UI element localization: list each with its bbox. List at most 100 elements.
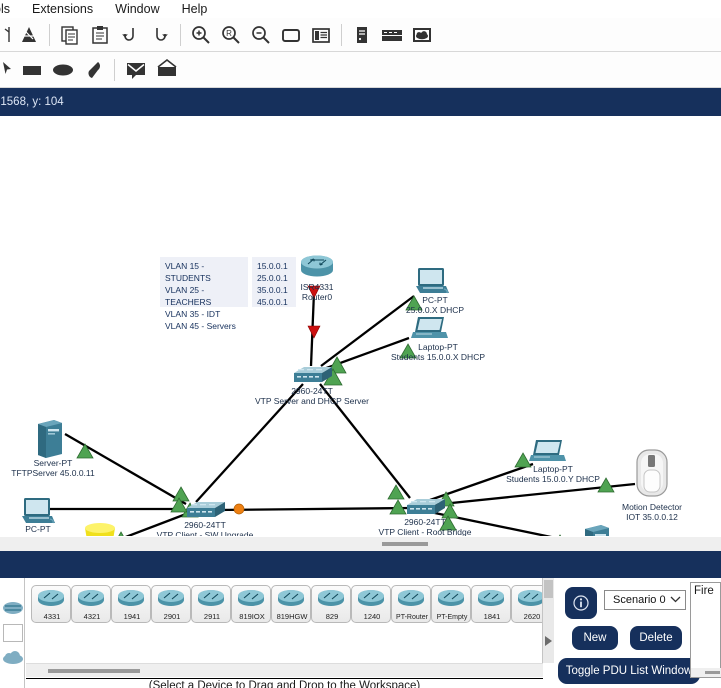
device-item-819iox[interactable]: 819IOX <box>231 585 271 623</box>
device-item-4321[interactable]: 4321 <box>71 585 111 623</box>
palette-icon[interactable] <box>306 20 336 50</box>
menu-item-window[interactable]: Window <box>104 2 170 16</box>
device-model: Laptop-PT <box>533 464 573 474</box>
device-item-label: 2911 <box>203 612 221 621</box>
vlan-legend-box: VLAN 15 - STUDENTS VLAN 25 - TEACHERS VL… <box>160 257 248 331</box>
device-item-4331[interactable]: 4331 <box>31 585 71 623</box>
device-item-label: 829 <box>325 612 339 621</box>
packet-tracer-window: ols Extensions Window Help <box>0 0 721 688</box>
new-cluster-icon[interactable] <box>14 20 44 50</box>
link-status-markers <box>76 285 615 536</box>
scrollbar-thumb[interactable] <box>544 580 553 598</box>
palette-hint-text: (Select a Device to Drag and Drop to the… <box>26 678 543 688</box>
select-arrow-icon[interactable] <box>0 54 16 85</box>
logical-workspace[interactable]: VLAN 15 - STUDENTS VLAN 25 - TEACHERS VL… <box>0 116 721 536</box>
network-links <box>50 285 636 536</box>
device-item-label: 1240 <box>363 612 381 621</box>
device-category-column <box>0 578 25 688</box>
pdu-table-column-header: Fire <box>694 585 714 597</box>
device-name: 25.0.0.X DHCP <box>405 305 465 315</box>
device-item-label: 2620 <box>523 612 541 621</box>
delete-scenario-button[interactable]: Delete <box>630 626 682 650</box>
menu-item-extensions[interactable]: Extensions <box>21 2 104 16</box>
workspace-horizontal-scrollbar[interactable] <box>0 536 721 551</box>
zoom-in-icon[interactable] <box>186 20 216 50</box>
device-type-grid[interactable]: 4331 4321 1941 2901 2911 819IOX 819HGW 8… <box>26 578 543 663</box>
vlan-name: VLAN 15 - STUDENTS <box>165 261 211 283</box>
vlan-row: VLAN 25 - TEACHERS <box>165 284 243 308</box>
new-scenario-button[interactable]: New <box>572 626 618 650</box>
device-item-pt-router[interactable]: PT-Router <box>391 585 431 623</box>
device-item-1941[interactable]: 1941 <box>111 585 151 623</box>
toolbar2-separator-1 <box>114 58 115 81</box>
freeform-shape-icon[interactable] <box>78 54 109 85</box>
vlan-name: VLAN 45 - Servers <box>165 321 236 331</box>
scrollbar-thumb[interactable] <box>382 542 428 546</box>
device-item-1841[interactable]: 1841 <box>471 585 511 623</box>
ellipse-shape-icon[interactable] <box>47 54 78 85</box>
label-pc-left: PC-PT 25.0.0.Y DHCP <box>0 524 76 536</box>
menu-item-tools[interactable]: ols <box>0 2 21 16</box>
simulation-scenario-panel: Scenario 0 New Delete Toggle PDU List Wi… <box>556 578 700 688</box>
device-item-label: 819HGW <box>276 612 308 621</box>
cloud-image-icon[interactable] <box>407 20 437 50</box>
network-device-icon[interactable] <box>377 20 407 50</box>
link-swleft-swright <box>215 506 413 512</box>
scenario-select-value: Scenario 0 <box>613 594 666 606</box>
viewport-icon[interactable] <box>276 20 306 50</box>
label-pc-teachers: PC-PT 25.0.0.X DHCP <box>396 295 474 315</box>
palette-horizontal-scrollbar[interactable] <box>26 663 543 677</box>
custom-device-dialog-icon[interactable] <box>347 20 377 50</box>
add-simple-pdu-icon[interactable] <box>120 54 151 85</box>
device-item-label: 1941 <box>123 612 141 621</box>
end-devices-category-icon[interactable] <box>0 650 25 666</box>
copy-icon[interactable] <box>55 20 85 50</box>
device-item-label: 819IOX <box>239 612 265 621</box>
device-name: TFTPServer 45.0.0.11 <box>11 468 95 478</box>
menu-bar: ols Extensions Window Help <box>0 0 721 18</box>
device-item-2901[interactable]: 2901 <box>151 585 191 623</box>
scrollbar-thumb[interactable] <box>705 671 720 674</box>
rectangle-shape-icon[interactable] <box>16 54 47 85</box>
device-item-2911[interactable]: 2911 <box>191 585 231 623</box>
zoom-reset-icon[interactable]: R <box>216 20 246 50</box>
toolbar-separator-2 <box>180 23 181 46</box>
scrollbar-thumb[interactable] <box>48 669 140 673</box>
device-row: 4331 4321 1941 2901 2911 819IOX 819HGW 8… <box>31 585 542 623</box>
device-item-2620[interactable]: 2620 <box>511 585 542 623</box>
redo-icon[interactable] <box>145 20 175 50</box>
coordinate-status-bar: : 1568, y: 104 <box>0 88 721 116</box>
main-toolbar: R <box>0 18 721 52</box>
category-placeholder-box[interactable] <box>0 624 25 642</box>
device-model: 2960-24TT <box>291 386 333 396</box>
vlan-name: VLAN 35 - IDT <box>165 309 221 319</box>
vlan-row: VLAN 15 - STUDENTS <box>165 260 243 284</box>
device-name: Students 15.0.0.X DHCP <box>390 352 486 362</box>
add-complex-pdu-icon[interactable] <box>151 54 182 85</box>
toolbar-separator-1 <box>49 23 50 46</box>
device-item-label: 1841 <box>483 612 501 621</box>
device-model: PC-PT <box>25 524 51 534</box>
pdu-table-scrollbar[interactable] <box>691 668 721 677</box>
svg-text:R: R <box>226 29 232 38</box>
label-switch-right: 2960-24TT VTP Client - Root Bridge <box>366 517 484 536</box>
device-model: Server-PT <box>33 458 73 468</box>
scenario-info-button[interactable] <box>565 587 597 619</box>
scenario-select[interactable]: Scenario 0 <box>604 590 686 610</box>
menu-item-help[interactable]: Help <box>171 2 219 16</box>
undo-icon[interactable] <box>115 20 145 50</box>
toolbar-separator-3 <box>341 23 342 46</box>
device-item-829[interactable]: 829 <box>311 585 351 623</box>
device-item-pt-empty[interactable]: PT-Empty <box>431 585 471 623</box>
device-item-1240[interactable]: 1240 <box>351 585 391 623</box>
device-item-819hgw[interactable]: 819HGW <box>271 585 311 623</box>
palette-next-arrow-icon[interactable] <box>543 633 554 649</box>
label-laptop-students-x: Laptop-PT Students 15.0.0.X DHCP <box>383 342 493 362</box>
palette-vertical-scrollbar[interactable] <box>543 578 554 663</box>
paste-icon[interactable] <box>85 20 115 50</box>
zoom-out-icon[interactable] <box>246 20 276 50</box>
toggle-pdu-list-window-button[interactable]: Toggle PDU List Window <box>558 658 700 684</box>
network-devices-category-icon[interactable] <box>0 600 25 616</box>
device-item-label: PT-Router <box>396 614 428 621</box>
cut-partial-icon[interactable] <box>0 20 14 50</box>
